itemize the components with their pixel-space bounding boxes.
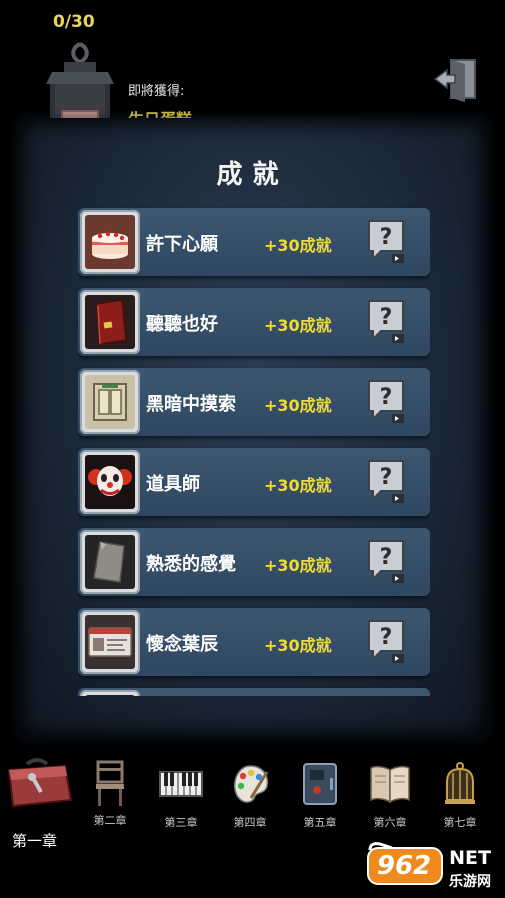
watermark-subtitle: 乐游网	[449, 873, 491, 890]
achievement-thumbnail	[80, 450, 140, 514]
palette-icon	[234, 765, 269, 803]
achievement-thumbnail	[80, 690, 140, 696]
chapter-5-tab[interactable]: 第五章	[298, 762, 342, 830]
achievement-progress: 0/30	[53, 12, 95, 32]
achievement-points: +30成就	[264, 396, 332, 415]
achievement-row[interactable]: 黑暗中摸索 +30成就 ?	[78, 368, 430, 436]
svg-text:?: ?	[380, 465, 393, 490]
achievement-row[interactable]: 許下心願 +30成就 ?	[78, 208, 430, 276]
svg-text:?: ?	[380, 225, 393, 250]
achievement-points: +30成就	[264, 476, 332, 495]
hint-question-icon[interactable]: ?	[366, 378, 406, 426]
achievement-row[interactable]: 懷念葉辰 +30成就 ?	[78, 608, 430, 676]
open-book-icon	[370, 765, 410, 804]
chapter-4-tab[interactable]: 第四章	[228, 762, 272, 830]
achievement-points: +30成就	[264, 236, 332, 255]
chapter-6-tab[interactable]: 第六章	[368, 762, 412, 830]
achievement-points: +30成就	[264, 316, 332, 335]
id-card-icon	[88, 627, 132, 657]
exit-door-icon[interactable]	[433, 56, 481, 102]
svg-text:?: ?	[380, 305, 393, 330]
chapter-1-label: 第一章	[12, 832, 58, 850]
achievement-row[interactable]: 熟悉的感覺 +30成就 ?	[78, 528, 430, 596]
hint-question-icon[interactable]: ?	[366, 458, 406, 506]
achievement-name: 聽聽也好	[146, 314, 218, 335]
panel-title: 成就	[216, 160, 289, 190]
achievement-row-partial[interactable]	[78, 688, 430, 696]
chapter-3-label: 第三章	[164, 816, 198, 829]
watermark-suffix: NET	[449, 847, 491, 869]
chapter-4-label: 第四章	[233, 816, 267, 829]
hint-question-icon[interactable]: ?	[366, 538, 406, 586]
red-book-icon	[95, 299, 127, 345]
achievement-thumbnail	[80, 530, 140, 594]
site-watermark-logo: 962 NET 乐游网	[367, 842, 491, 890]
achievement-name: 熟悉的感覺	[146, 554, 236, 575]
paper-icon	[93, 541, 125, 583]
achievement-points: +30成就	[264, 556, 332, 575]
chapter-7-tab[interactable]: 第七章	[438, 762, 482, 830]
achievement-thumbnail	[80, 210, 140, 274]
reward-label: 即將獲得:	[128, 84, 185, 99]
chapter-2-label: 第二章	[93, 814, 127, 827]
light-switch-icon	[93, 383, 127, 421]
birthday-cake-icon	[92, 231, 128, 259]
achievement-thumbnail	[80, 370, 140, 434]
svg-text:?: ?	[380, 385, 393, 410]
birdcage-icon	[445, 762, 475, 804]
achievement-name: 許下心願	[146, 234, 218, 255]
achievement-points: +30成就	[264, 636, 332, 655]
achievement-row[interactable]: 道具師 +30成就 ?	[78, 448, 430, 516]
safe-icon	[303, 763, 337, 805]
chapter-2-tab[interactable]: 第二章	[88, 760, 132, 828]
piano-keys-icon	[159, 771, 203, 797]
achievement-name: 道具師	[146, 474, 200, 495]
chapter-7-label: 第七章	[443, 816, 477, 829]
toolbox-icon	[7, 758, 73, 808]
watermark-brand: 962	[377, 851, 431, 881]
chapter-6-label: 第六章	[373, 816, 407, 829]
svg-text:?: ?	[380, 625, 393, 650]
hint-question-icon[interactable]: ?	[366, 218, 406, 266]
hint-question-icon[interactable]: ?	[366, 618, 406, 666]
chair-icon	[96, 760, 124, 806]
chapter-3-tab[interactable]: 第三章	[157, 768, 205, 830]
achievement-thumbnail	[80, 610, 140, 674]
achievement-row[interactable]: 聽聽也好 +30成就 ?	[78, 288, 430, 356]
achievement-thumbnail	[80, 290, 140, 354]
chapter-1-tab[interactable]	[2, 756, 76, 816]
clown-icon	[88, 466, 132, 496]
chapter-5-label: 第五章	[303, 816, 337, 829]
svg-text:?: ?	[380, 545, 393, 570]
achievement-name: 懷念葉辰	[146, 634, 218, 655]
achievement-list[interactable]: 許下心願 +30成就 ? 聽聽也好 +30成就 ? 黑暗中摸索 +30成就 ? …	[78, 206, 430, 696]
achievement-name: 黑暗中摸索	[146, 394, 236, 415]
hint-question-icon[interactable]: ?	[366, 298, 406, 346]
